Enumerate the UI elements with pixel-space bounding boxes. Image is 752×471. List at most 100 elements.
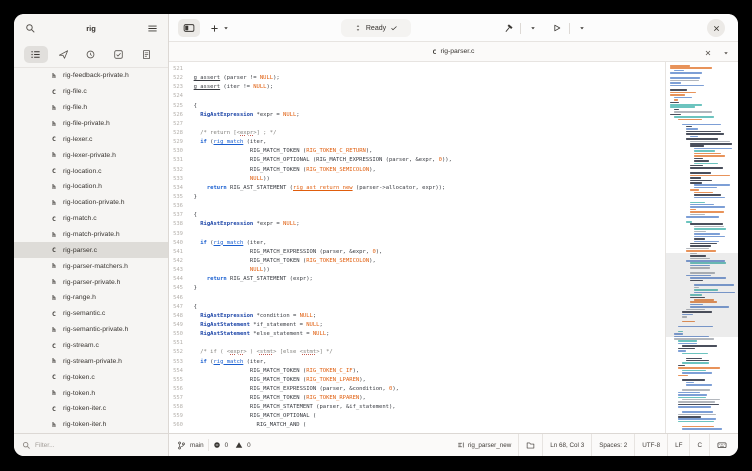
- tab-list-button[interactable]: [719, 46, 732, 59]
- tab-build-targets[interactable]: [51, 46, 75, 63]
- code-line[interactable]: 545 }: [169, 284, 663, 293]
- file-item[interactable]: h rig-file.h: [14, 100, 168, 116]
- file-item[interactable]: h rig-location-private.h: [14, 195, 168, 211]
- code-line[interactable]: 556 RIG_MATCH_EXPRESSION (parser, &condi…: [169, 385, 663, 394]
- line-number[interactable]: 524: [169, 92, 183, 101]
- code-line[interactable]: 549 RigAstStatement *if_statement = NULL…: [169, 321, 663, 330]
- file-item[interactable]: Crig-match.c: [14, 211, 168, 227]
- file-item[interactable]: h rig-feedback-private.h: [14, 68, 168, 84]
- code-line[interactable]: 554 RIG_MATCH_TOKEN (RIG_TOKEN_C_IF),: [169, 367, 663, 376]
- file-item[interactable]: h rig-token.h: [14, 385, 168, 401]
- line-number[interactable]: 521: [169, 65, 183, 74]
- line-number[interactable]: 538: [169, 220, 183, 229]
- error-count[interactable]: 0: [225, 442, 229, 449]
- tab-title[interactable]: rig-parser.c: [440, 48, 474, 55]
- run-button[interactable]: [548, 19, 566, 37]
- code-line[interactable]: 539: [169, 230, 663, 239]
- code-editor[interactable]: 521 522 g_assert (parser != NULL); 523 g_a…: [169, 62, 738, 433]
- line-ending-button[interactable]: LF: [668, 434, 689, 456]
- code-line[interactable]: 535 }: [169, 193, 663, 202]
- search-button[interactable]: [21, 19, 39, 37]
- code-line[interactable]: 532 RIG_MATCH_TOKEN (RIG_TOKEN_SEMICOLON…: [169, 166, 663, 175]
- cursor-position-button[interactable]: Ln 68, Col 3: [543, 434, 591, 456]
- file-browser-button[interactable]: [519, 434, 542, 456]
- code-line[interactable]: 540 if (rig_match (iter,: [169, 239, 663, 248]
- line-number[interactable]: 544: [169, 275, 183, 284]
- line-number[interactable]: 549: [169, 321, 183, 330]
- line-number[interactable]: 536: [169, 202, 183, 211]
- menu-button[interactable]: [143, 19, 161, 37]
- code-line[interactable]: 538 RigAstExpression *expr = NULL;: [169, 220, 663, 229]
- new-document-split-button[interactable]: [209, 19, 230, 37]
- build-menu-button[interactable]: [524, 19, 542, 37]
- line-number[interactable]: 547: [169, 303, 183, 312]
- code-line[interactable]: 537 {: [169, 211, 663, 220]
- run-menu-button[interactable]: [573, 19, 591, 37]
- code-line[interactable]: 526 RigAstExpression *expr = NULL;: [169, 111, 663, 120]
- line-number[interactable]: 557: [169, 394, 183, 403]
- line-number[interactable]: 523: [169, 83, 183, 92]
- line-number[interactable]: 535: [169, 193, 183, 202]
- line-number[interactable]: 541: [169, 248, 183, 257]
- tab-pipeline[interactable]: [79, 46, 103, 63]
- code-line[interactable]: 555 RIG_MATCH_TOKEN (RIG_TOKEN_LPAREN),: [169, 376, 663, 385]
- file-item[interactable]: h rig-token-iter.h: [14, 417, 168, 433]
- code-line[interactable]: 541 RIG_MATCH_EXPRESSION (parser, &expr,…: [169, 248, 663, 257]
- line-number[interactable]: 543: [169, 266, 183, 275]
- build-button[interactable]: [499, 19, 517, 37]
- tab-todo[interactable]: [107, 46, 131, 63]
- line-number[interactable]: 525: [169, 102, 183, 111]
- filter-input[interactable]: [35, 441, 145, 449]
- encoding-button[interactable]: UTF-8: [635, 434, 667, 456]
- tab-project-tree[interactable]: [23, 46, 48, 63]
- window-close-button[interactable]: [707, 19, 725, 37]
- code-line[interactable]: 547 {: [169, 303, 663, 312]
- code-line[interactable]: 542 RIG_MATCH_TOKEN (RIG_TOKEN_SEMICOLON…: [169, 257, 663, 266]
- code-line[interactable]: 521: [169, 65, 663, 74]
- file-item[interactable]: Crig-lexer.c: [14, 131, 168, 147]
- code-line[interactable]: 529 if (rig_match (iter,: [169, 138, 663, 147]
- code-line[interactable]: 551: [169, 339, 663, 348]
- file-item[interactable]: Crig-parser.c: [14, 242, 168, 259]
- file-item[interactable]: h rig-semantic-private.h: [14, 322, 168, 338]
- line-number[interactable]: 554: [169, 367, 183, 376]
- line-number[interactable]: 560: [169, 421, 183, 430]
- file-item[interactable]: Crig-stream.c: [14, 338, 168, 354]
- line-number[interactable]: 545: [169, 284, 183, 293]
- panel-toggle-button[interactable]: [178, 19, 200, 37]
- code-line[interactable]: 522 g_assert (parser != NULL);: [169, 74, 663, 83]
- indentation-button[interactable]: Spaces: 2: [592, 434, 634, 456]
- branch-name[interactable]: main: [190, 442, 204, 449]
- code-line[interactable]: 546: [169, 294, 663, 303]
- code-line[interactable]: 534 return RIG_AST_STATEMENT (rig_ast_re…: [169, 184, 663, 193]
- code-line[interactable]: 557 RIG_MATCH_TOKEN (RIG_TOKEN_RPAREN),: [169, 394, 663, 403]
- omnibar-button[interactable]: Ready: [341, 19, 411, 37]
- line-number[interactable]: 546: [169, 294, 183, 303]
- code-line[interactable]: 536: [169, 202, 663, 211]
- line-number[interactable]: 532: [169, 166, 183, 175]
- line-number[interactable]: 552: [169, 348, 183, 357]
- line-number[interactable]: 529: [169, 138, 183, 147]
- code-line[interactable]: 544 return RIG_AST_STATEMENT (expr);: [169, 275, 663, 284]
- line-number[interactable]: 555: [169, 376, 183, 385]
- line-number[interactable]: 539: [169, 230, 183, 239]
- line-number[interactable]: 527: [169, 120, 183, 129]
- file-item[interactable]: h rig-parser-private.h: [14, 274, 168, 290]
- line-number[interactable]: 559: [169, 412, 183, 421]
- line-number[interactable]: 551: [169, 339, 183, 348]
- code-line[interactable]: 548 RigAstExpression *condition = NULL;: [169, 312, 663, 321]
- line-number[interactable]: 537: [169, 211, 183, 220]
- file-item[interactable]: h rig-location.h: [14, 179, 168, 195]
- language-button[interactable]: C: [690, 434, 709, 456]
- line-number[interactable]: 530: [169, 147, 183, 156]
- code-line[interactable]: 530 RIG_MATCH_TOKEN (RIG_TOKEN_C_RETURN)…: [169, 147, 663, 156]
- code-line[interactable]: 559 RIG_MATCH_OPTIONAL (: [169, 412, 663, 421]
- file-item[interactable]: h rig-lexer-private.h: [14, 147, 168, 163]
- code-line[interactable]: 560 RIG_MATCH_AND (: [169, 421, 663, 430]
- file-item[interactable]: h rig-stream-private.h: [14, 353, 168, 369]
- line-number[interactable]: 531: [169, 156, 183, 165]
- file-item[interactable]: Crig-location.c: [14, 163, 168, 179]
- file-item[interactable]: h rig-match-private.h: [14, 227, 168, 243]
- line-number[interactable]: 528: [169, 129, 183, 138]
- file-item[interactable]: Crig-semantic.c: [14, 306, 168, 322]
